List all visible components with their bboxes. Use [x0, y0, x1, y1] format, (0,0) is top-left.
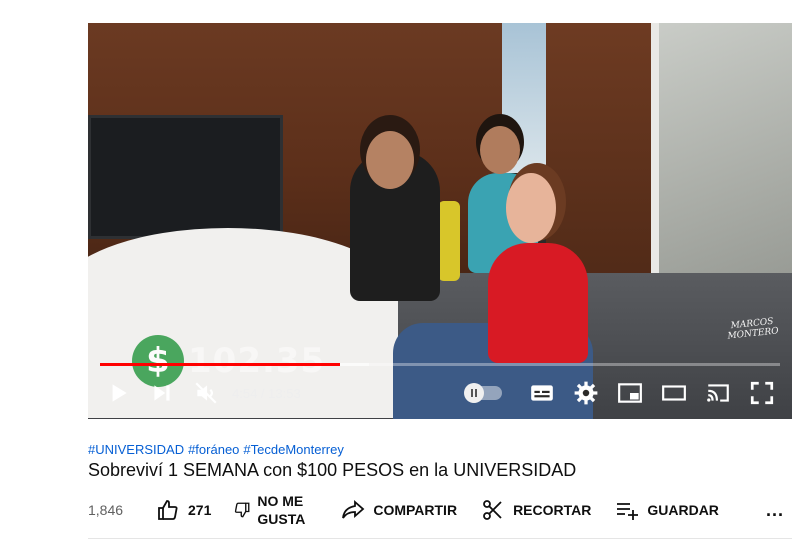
- video-player[interactable]: MARCOS MONTERO $ 102.35 4:54 / 13:53: [88, 23, 792, 419]
- volume-muted-icon: [195, 382, 217, 404]
- video-title: Sobreviví 1 SEMANA con $100 PESOS en la …: [88, 460, 577, 480]
- save-label: GUARDAR: [647, 502, 719, 518]
- dislike-button[interactable]: NO ME GUSTA: [233, 492, 305, 528]
- thumbs-down-icon: [235, 502, 250, 518]
- hashtag-link[interactable]: #TecdeMonterrey: [243, 442, 343, 457]
- scissors-icon: [483, 500, 502, 520]
- play-button[interactable]: [100, 375, 136, 411]
- gear-icon: [574, 381, 598, 405]
- player-controls: 4:54 / 13:53: [88, 373, 792, 413]
- progress-played: [100, 363, 341, 366]
- video-actions-bar: 1,846 271 NO ME GUSTA COMPARTIR RECORTAR…: [88, 490, 804, 530]
- mute-button[interactable]: [188, 375, 224, 411]
- view-count: 1,846: [88, 502, 124, 518]
- playlist-add-icon: [617, 503, 639, 520]
- share-button[interactable]: COMPARTIR: [341, 498, 457, 522]
- progress-bar[interactable]: [100, 363, 780, 366]
- clip-button[interactable]: RECORTAR: [481, 498, 591, 522]
- thumbs-up-icon: [158, 500, 178, 520]
- like-button[interactable]: 271: [156, 498, 211, 522]
- hashtag-link[interactable]: #UNIVERSIDAD: [88, 442, 184, 457]
- cast-icon: [707, 384, 729, 402]
- hashtag-link[interactable]: #foráneo: [188, 442, 239, 457]
- save-button[interactable]: GUARDAR: [615, 498, 719, 522]
- dislike-label: NO ME GUSTA: [257, 493, 306, 527]
- autoplay-toggle[interactable]: [464, 383, 502, 403]
- clip-label: RECORTAR: [513, 502, 592, 518]
- settings-button[interactable]: [568, 375, 604, 411]
- pause-icon: [464, 383, 484, 403]
- subtitles-icon: [531, 385, 553, 401]
- share-icon: [342, 500, 365, 519]
- share-label: COMPARTIR: [373, 502, 458, 518]
- cast-button[interactable]: [700, 375, 736, 411]
- time-display: 4:54 / 13:53: [232, 385, 301, 401]
- like-count: 271: [188, 502, 212, 518]
- divider: [88, 538, 792, 539]
- hashtags: #UNIVERSIDAD #foráneo #TecdeMonterrey: [88, 442, 348, 457]
- play-icon: [112, 384, 127, 402]
- fullscreen-button[interactable]: [744, 375, 780, 411]
- miniplayer-button[interactable]: [612, 375, 648, 411]
- next-icon: [154, 385, 170, 401]
- subtitles-button[interactable]: [524, 375, 560, 411]
- youtube-watch-page: MARCOS MONTERO $ 102.35 4:54 / 13:53 #UN…: [0, 0, 804, 541]
- theater-mode-icon: [662, 385, 686, 401]
- more-actions-button[interactable]: ...: [766, 500, 784, 521]
- miniplayer-icon: [618, 383, 642, 403]
- fullscreen-icon: [750, 381, 774, 405]
- theater-mode-button[interactable]: [656, 375, 692, 411]
- next-button[interactable]: [144, 375, 180, 411]
